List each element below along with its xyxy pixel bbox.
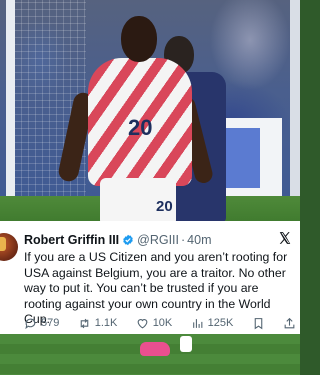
tweet-timestamp[interactable]: 40m [187, 233, 211, 247]
author-name[interactable]: Robert Griffin III [24, 233, 119, 247]
reply-icon [25, 318, 36, 329]
player-shorts-number: 20 [156, 198, 173, 215]
tweet-actions: 579 1.1K 10K 125K [24, 315, 296, 331]
player-boot [140, 342, 170, 356]
like-icon [137, 318, 148, 328]
like-button[interactable]: 10K [136, 317, 173, 330]
x-logo-icon[interactable] [278, 231, 292, 245]
reply-button[interactable]: 579 [24, 317, 59, 330]
avatar[interactable] [0, 233, 18, 261]
player-head [121, 16, 157, 62]
bookmark-button[interactable] [252, 317, 265, 330]
share-icon [284, 317, 295, 328]
author-handle[interactable]: @RGIII [137, 233, 179, 247]
views-button[interactable]: 125K [191, 317, 234, 330]
like-count: 10K [152, 317, 173, 329]
verified-icon [123, 234, 133, 246]
player-sock [180, 336, 192, 352]
bookmark-icon [254, 317, 262, 329]
views-count: 125K [207, 317, 234, 329]
player-jersey-number: 20 [128, 115, 153, 140]
share-button[interactable] [283, 317, 296, 330]
reply-count: 579 [41, 317, 60, 329]
right-post [290, 0, 300, 222]
repost-icon [80, 318, 88, 328]
tweet-header: Robert Griffin III @RGIII · 40m [24, 231, 212, 249]
separator-dot: · [181, 233, 186, 247]
goal-post [6, 0, 15, 222]
tweet-card[interactable]: Robert Griffin III @RGIII · 40m If you a… [0, 221, 300, 334]
views-icon [192, 318, 202, 328]
repost-count: 1.1K [94, 317, 118, 329]
repost-button[interactable]: 1.1K [78, 317, 118, 330]
